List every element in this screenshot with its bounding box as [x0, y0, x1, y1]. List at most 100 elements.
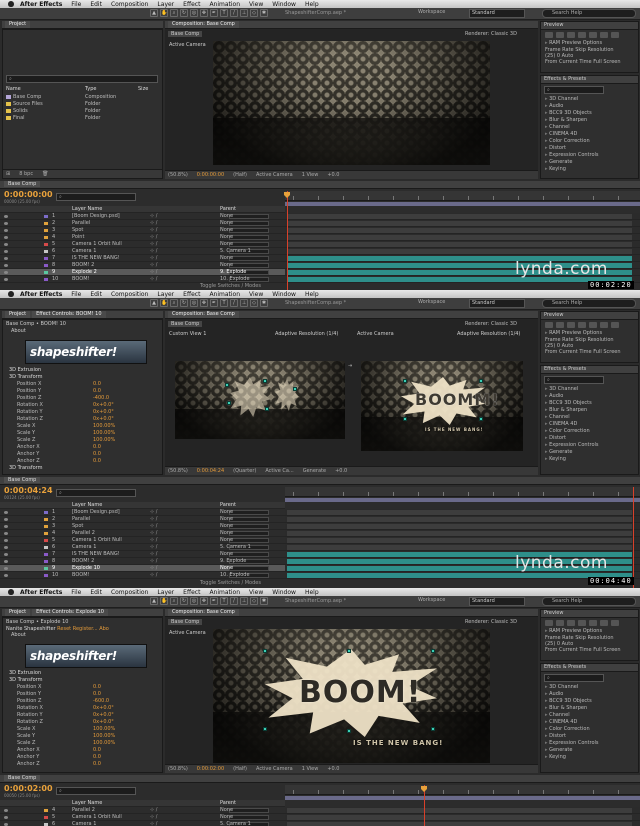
time-ruler[interactable]: [285, 191, 640, 201]
parent-value[interactable]: None: [220, 220, 233, 226]
layer-name[interactable]: Parallel: [72, 516, 90, 522]
effect-property-row[interactable]: Rotation X 0x+0.0°: [3, 402, 162, 409]
menu-view[interactable]: View: [249, 1, 263, 8]
visibility-eye-icon[interactable]: [4, 264, 8, 267]
layer-switches[interactable]: ⊹ /: [150, 565, 157, 571]
resolution-select[interactable]: (Half): [233, 766, 247, 772]
text-tool-icon[interactable]: T: [220, 299, 228, 307]
audio-icon[interactable]: [600, 620, 608, 626]
effect-property-row[interactable]: Rotation Y 0x+0.0°: [3, 409, 162, 416]
last-frame-icon[interactable]: [589, 620, 597, 626]
effects-category[interactable]: 3D Channel: [541, 386, 638, 393]
next-frame-icon[interactable]: [578, 620, 586, 626]
parent-value[interactable]: None: [220, 255, 233, 261]
layer-switches[interactable]: ⊹ /: [150, 814, 157, 820]
timeline-search-input[interactable]: ⌕: [56, 787, 136, 795]
visibility-eye-icon[interactable]: [4, 222, 8, 225]
parent-select[interactable]: [229, 228, 269, 233]
parent-value[interactable]: 5. Camera 1: [220, 821, 251, 826]
rotate-tool-icon[interactable]: ↻: [180, 597, 188, 605]
layer-row[interactable]: 4 Parallel 2 ⊹ / None: [0, 530, 285, 537]
menu-composition[interactable]: Composition: [111, 291, 148, 298]
property-value[interactable]: 100.00%: [93, 437, 115, 444]
parent-value[interactable]: None: [220, 516, 233, 522]
visibility-eye-icon[interactable]: [4, 229, 8, 232]
duration-bar[interactable]: [287, 524, 632, 529]
parent-value[interactable]: None: [220, 565, 233, 571]
duration-bar[interactable]: [287, 249, 632, 254]
effects-category[interactable]: Channel: [541, 414, 638, 421]
label-color-swatch[interactable]: [44, 539, 48, 542]
eraser-tool-icon[interactable]: ◇: [250, 299, 258, 307]
label-color-swatch[interactable]: [44, 532, 48, 535]
eraser-tool-icon[interactable]: ◇: [250, 597, 258, 605]
effects-category[interactable]: Channel: [541, 712, 638, 719]
layer-row[interactable]: 3 Spot ⊹ / None: [0, 523, 285, 530]
prev-frame-icon[interactable]: [556, 32, 564, 38]
layer-name[interactable]: Parallel 2: [72, 807, 95, 813]
effect-property-row[interactable]: Rotation Y 0x+0.0°: [3, 712, 162, 719]
effects-category[interactable]: Distort: [541, 435, 638, 442]
menu-file[interactable]: File: [71, 589, 81, 596]
pan-tool-icon[interactable]: ✥: [200, 299, 208, 307]
label-color-swatch[interactable]: [44, 567, 48, 570]
property-value[interactable]: 0x+0.0°: [93, 402, 114, 409]
menu-view[interactable]: View: [249, 589, 263, 596]
transform-handle[interactable]: [403, 379, 407, 383]
visibility-eye-icon[interactable]: [4, 278, 8, 281]
label-color-swatch[interactable]: [44, 525, 48, 528]
property-value[interactable]: 0.0: [93, 458, 101, 465]
timeline-tab[interactable]: Base Comp: [4, 775, 41, 781]
layer-row[interactable]: 4 Point ⊹ / None: [0, 234, 285, 241]
label-color-swatch[interactable]: [44, 257, 48, 260]
effect-property-row[interactable]: Scale Y 100.00%: [3, 430, 162, 437]
menu-composition[interactable]: Composition: [111, 1, 148, 8]
effects-category[interactable]: Channel: [541, 124, 638, 131]
effect-property-row[interactable]: Scale Z 100.00%: [3, 740, 162, 747]
layer-row[interactable]: 5 Camera 1 Orbit Null ⊹ / None: [0, 241, 285, 248]
menu-animation[interactable]: Animation: [209, 589, 240, 596]
layer-switches[interactable]: ⊹ /: [150, 220, 157, 226]
menu-after-effects[interactable]: After Effects: [20, 291, 62, 298]
project-tab[interactable]: Project: [5, 21, 31, 28]
property-value[interactable]: 0x+0.0°: [93, 719, 114, 726]
pan-tool-icon[interactable]: ✥: [200, 597, 208, 605]
selection-tool-icon[interactable]: ▲: [150, 597, 158, 605]
layer-name[interactable]: Spot: [72, 523, 83, 529]
renderer-label[interactable]: Renderer: Classic 3D: [465, 321, 517, 327]
label-color-swatch[interactable]: [44, 511, 48, 514]
apple-icon[interactable]: [8, 291, 14, 297]
comp-tab[interactable]: Composition: Base Comp: [168, 311, 239, 318]
property-value[interactable]: 0.0: [93, 761, 101, 768]
first-frame-icon[interactable]: [545, 32, 553, 38]
toggle-switches[interactable]: Toggle Switches / Modes: [200, 580, 261, 586]
effects-category[interactable]: Keying: [541, 456, 638, 463]
viewer-timecode[interactable]: 0:00:04:24: [197, 468, 224, 474]
layer-switches[interactable]: ⊹ /: [150, 516, 157, 522]
menu-edit[interactable]: Edit: [90, 589, 102, 596]
effect-property-row[interactable]: 3D Extrusion: [3, 670, 162, 677]
layer-row[interactable]: 1 [Boom Design.psd] ⊹ / None: [0, 213, 285, 220]
effects-category[interactable]: Color Correction: [541, 138, 638, 145]
apple-icon[interactable]: [8, 589, 14, 595]
prev-frame-icon[interactable]: [556, 620, 564, 626]
pen-tool-icon[interactable]: ✒: [210, 9, 218, 17]
layer-switches[interactable]: ⊹ /: [150, 537, 157, 543]
renderer-label[interactable]: Renderer: Classic 3D: [465, 31, 517, 37]
visibility-eye-icon[interactable]: [4, 257, 8, 260]
effect-property-row[interactable]: 3D Transform: [3, 374, 162, 381]
menu-help[interactable]: Help: [305, 1, 319, 8]
layer-row[interactable]: 6 Camera 1 ⊹ / 5. Camera 1: [0, 248, 285, 255]
effect-property-row[interactable]: Position Z -600.0: [3, 698, 162, 705]
brush-tool-icon[interactable]: /: [230, 299, 238, 307]
parent-select[interactable]: [229, 815, 269, 820]
duration-bar[interactable]: [287, 531, 632, 536]
layer-name[interactable]: [Boom Design.psd]: [72, 213, 120, 219]
transform-handle[interactable]: [479, 417, 483, 421]
label-color-swatch[interactable]: [44, 278, 48, 281]
layer-track-bar[interactable]: [285, 572, 640, 579]
parent-select[interactable]: [229, 242, 269, 247]
parent-value[interactable]: None: [220, 551, 233, 557]
puppet-tool-icon[interactable]: ✱: [260, 9, 268, 17]
property-value[interactable]: 100.00%: [93, 430, 115, 437]
